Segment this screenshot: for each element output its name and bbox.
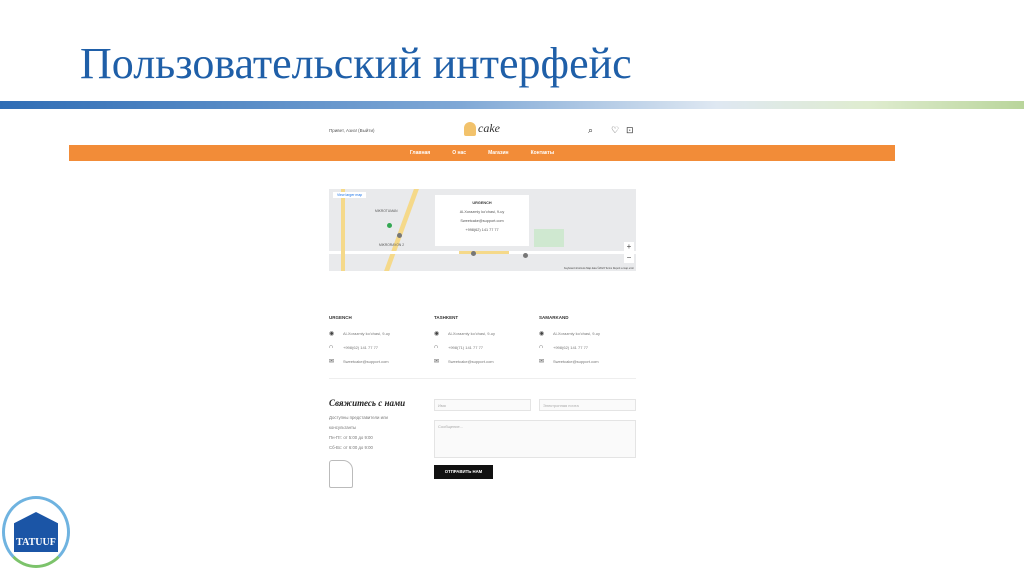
- brand-name: cake: [478, 121, 500, 135]
- university-logo: TATUUF: [2, 496, 70, 568]
- contact-info: консультанты: [329, 425, 357, 430]
- map-label: MIKRORAYON 2: [379, 243, 405, 247]
- contact-info: Пн-Пт: от 5:00 до 9:00: [329, 435, 373, 440]
- search-icon[interactable]: ⌕: [588, 125, 593, 136]
- view-larger-map-link[interactable]: View larger map: [333, 192, 367, 198]
- title-divider: [0, 101, 1024, 109]
- location-icon: ◉: [434, 330, 440, 337]
- zoom-in-button[interactable]: +: [624, 242, 634, 252]
- branch-samarkand: SAMARKAND ◉ Al-Xorazmiy ko'chasi, 9-uy ∩ +…: [539, 315, 600, 365]
- divider: [329, 378, 636, 379]
- zoom-out-button[interactable]: −: [624, 253, 634, 263]
- contact-title: Свяжитесь с нами: [329, 398, 406, 408]
- mail-icon: ✉: [434, 358, 440, 365]
- headphones-icon: ∩: [539, 344, 544, 350]
- map-pin-icon[interactable]: [471, 251, 476, 256]
- greeting-link[interactable]: Привет, Азиз! (Выйти): [329, 128, 374, 133]
- site-logo[interactable]: cake: [464, 121, 500, 136]
- send-button[interactable]: ОТПРАВИТЬ НАМ: [434, 465, 493, 479]
- map-label: MIKROTUMAN: [375, 209, 398, 213]
- map-pin-icon[interactable]: [397, 233, 402, 238]
- map-info-popup: URGENCH Al-Xorazmiy ko'chasi, 9-uy Sweet…: [435, 195, 529, 246]
- mail-icon: ✉: [329, 358, 335, 365]
- nav-contacts[interactable]: Контакты: [531, 150, 555, 156]
- cake-illustration: [329, 460, 353, 488]
- email-input[interactable]: Электронная почта: [539, 399, 636, 411]
- nav-shop[interactable]: Магазин: [488, 150, 509, 156]
- location-icon: ◉: [539, 330, 545, 337]
- headphones-icon: ∩: [329, 344, 334, 350]
- name-input[interactable]: Имя: [434, 399, 531, 411]
- branch-tashkent: TASHKENT ◉ Al-Xorazmiy ko'chasi, 9-uy ∩ +9…: [434, 315, 495, 365]
- map-pin-icon[interactable]: [387, 223, 392, 228]
- mail-icon: ✉: [539, 358, 545, 365]
- slide-title: Пользовательский интерфейс: [80, 39, 632, 88]
- message-input[interactable]: Сообщение...: [434, 420, 636, 458]
- headphones-icon: ∩: [434, 344, 439, 350]
- map-pin-icon[interactable]: [523, 253, 528, 258]
- location-icon: ◉: [329, 330, 335, 337]
- cupcake-icon: [464, 121, 476, 136]
- nav-home[interactable]: Главная: [410, 150, 430, 156]
- contact-info: Сб-Вс: от 6:00 до 9:00: [329, 445, 373, 450]
- heart-icon[interactable]: ♡: [611, 125, 619, 136]
- map-footer: Keyboard shortcuts Map data ©2023 Terms …: [563, 267, 634, 270]
- map[interactable]: View larger map MIKROTUMAN MIKRORAYON 2 …: [329, 189, 636, 271]
- branch-urgench: URGENCH ◉ Al-Xorazmiy ko'chasi, 9-uy ∩ +99…: [329, 315, 390, 365]
- nav-about[interactable]: О нас: [452, 150, 466, 156]
- bag-icon[interactable]: ⊡: [626, 125, 634, 136]
- main-nav: Главная О нас Магазин Контакты: [69, 145, 895, 161]
- contact-info: Доступны представители или: [329, 415, 388, 420]
